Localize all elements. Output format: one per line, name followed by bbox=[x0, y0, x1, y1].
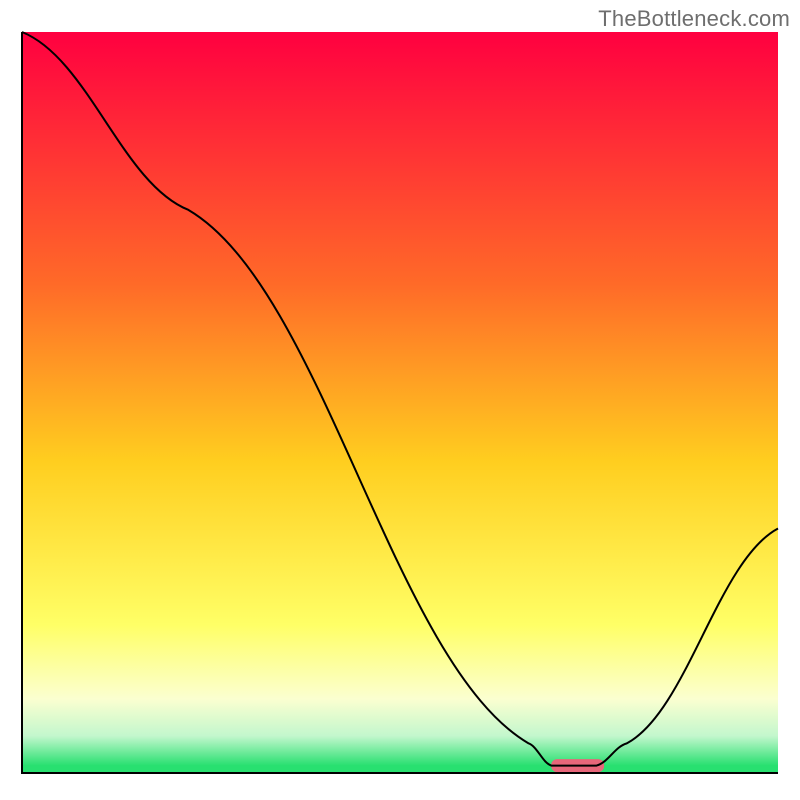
gradient-background bbox=[22, 32, 778, 773]
bottleneck-chart bbox=[20, 30, 780, 775]
watermark-text: TheBottleneck.com bbox=[598, 6, 790, 32]
